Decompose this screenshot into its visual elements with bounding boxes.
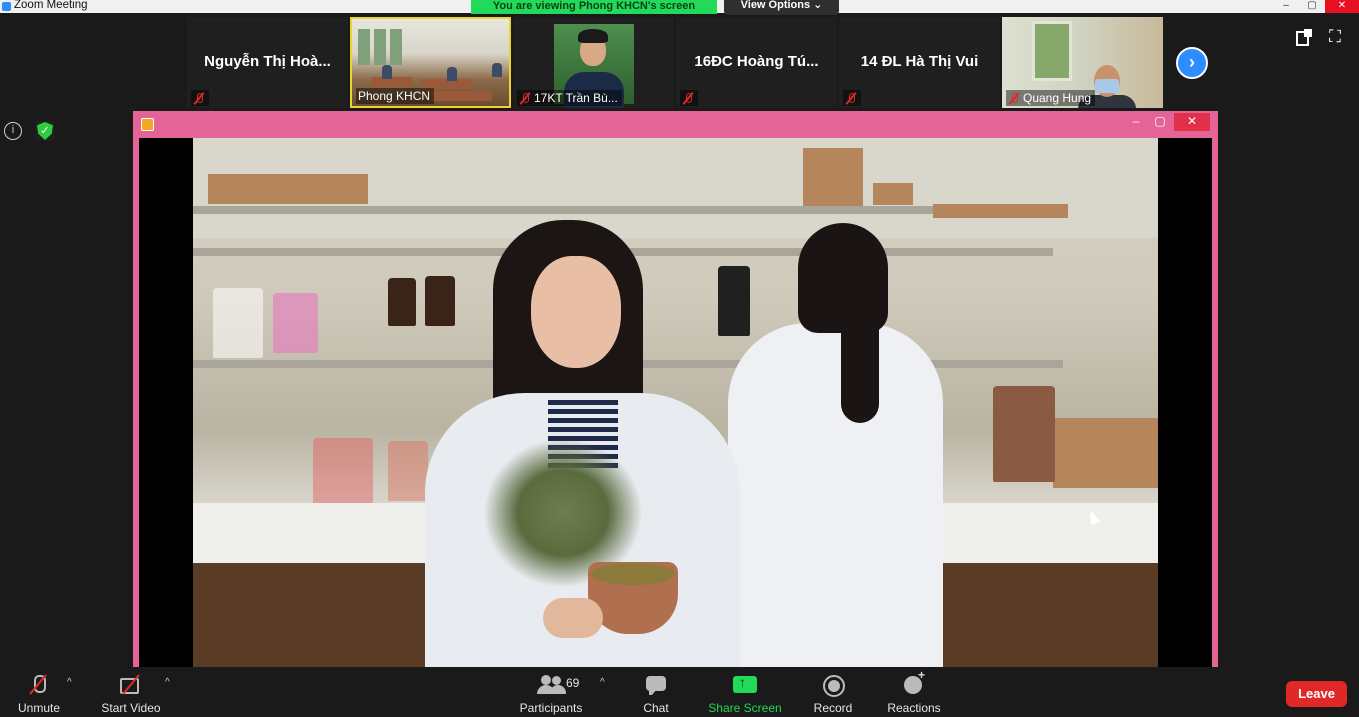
meeting-toolbar: Unmute ^ Start Video ^ Participants 69 ^… [0, 667, 1359, 717]
viewing-screen-banner: You are viewing Phong KHCN's screen [471, 0, 717, 14]
start-video-button[interactable]: Start Video [98, 671, 164, 715]
unmute-button[interactable]: Unmute [10, 671, 68, 715]
participant-tile[interactable]: 17KT Trần Bù... [513, 17, 674, 108]
mic-muted-icon [519, 92, 531, 105]
presenter-face [531, 256, 621, 368]
audio-options-caret[interactable]: ^ [67, 677, 72, 688]
participant-tile-active-speaker[interactable]: Phong KHCN [350, 17, 511, 108]
cardboard-box [803, 148, 863, 206]
share-screen-button[interactable]: Share Screen [706, 671, 784, 715]
mic-muted-icon [1008, 92, 1020, 105]
zoom-app-icon [2, 2, 11, 11]
participant-count: 69 [566, 676, 580, 690]
classroom-window [358, 29, 370, 65]
mic-muted-icon [193, 92, 205, 105]
shared-screen-window: – ▢ ✕ [133, 111, 1218, 667]
cardboard-box [1053, 418, 1158, 488]
brown-bottle [388, 278, 416, 326]
window-controls: – ▢ ✕ [1273, 0, 1359, 13]
desk [372, 77, 412, 87]
media-player-icon [141, 118, 154, 131]
presenter-hand [543, 598, 603, 638]
mic-muted-icon [845, 92, 857, 105]
cardboard-box [208, 174, 368, 204]
person-ponytail [841, 298, 879, 423]
participant-name: 14 ĐL Hà Thị Vui [860, 53, 979, 70]
desk [432, 91, 492, 101]
layout-switch-icon[interactable] [1296, 29, 1312, 46]
maximize-button[interactable]: ▢ [1299, 0, 1325, 13]
cardboard-box [873, 183, 913, 205]
fullscreen-icon[interactable]: ⛶ [1329, 27, 1341, 47]
sample-jar [388, 441, 428, 501]
minimize-button[interactable]: – [1273, 0, 1299, 13]
reactions-button[interactable]: Reactions [884, 668, 944, 715]
participant-name: 16ĐC Hoàng Tú... [694, 53, 819, 70]
face-mask [1095, 79, 1119, 93]
cardboard-box [933, 204, 1068, 218]
participant-tile[interactable]: Quang Hung [1002, 17, 1163, 108]
shared-video[interactable] [139, 138, 1212, 667]
chat-bubble-icon [643, 673, 669, 697]
participant-strip: Nguyễn Thị Hoà... Phong KHCN 17KT Trần B… [187, 17, 1163, 109]
room-window [1032, 21, 1072, 81]
participant-tile[interactable]: 14 ĐL Hà Thị Vui [839, 17, 1000, 108]
security-shield-icon[interactable]: ✓ [35, 121, 55, 141]
participants-icon [537, 673, 567, 697]
participant-label [680, 90, 698, 106]
mic-muted-icon [682, 92, 694, 105]
plastic-jar [213, 288, 263, 358]
meeting-info-icon[interactable]: i [4, 122, 22, 140]
participant-label: Phong KHCN [356, 88, 435, 104]
lab-video-frame [193, 138, 1158, 667]
participant-label [843, 90, 861, 106]
brown-bottle [425, 276, 455, 326]
sample-jar [993, 386, 1055, 482]
participant-name: Nguyễn Thị Hoà... [204, 53, 331, 70]
record-icon [820, 673, 846, 697]
person [447, 67, 457, 81]
hair [578, 29, 608, 43]
person [492, 63, 502, 77]
person [382, 65, 392, 79]
participants-options-caret[interactable]: ^ [600, 677, 605, 688]
person-lab-coat [728, 323, 943, 667]
record-button[interactable]: Record [810, 671, 856, 715]
video-options-caret[interactable]: ^ [165, 677, 170, 688]
microphone-muted-icon [26, 673, 52, 697]
leave-meeting-button[interactable]: Leave [1286, 681, 1347, 707]
window-title: Zoom Meeting [14, 0, 88, 11]
next-page-arrow-icon[interactable]: › [1176, 47, 1208, 79]
participant-tile[interactable]: Nguyễn Thị Hoà... [187, 17, 348, 108]
participant-label [191, 90, 209, 106]
video-off-icon [118, 673, 144, 697]
shared-minimize-button[interactable]: – [1123, 113, 1149, 131]
close-button[interactable]: ✕ [1325, 0, 1359, 13]
view-options-button[interactable]: View Options ⌄ [724, 0, 839, 15]
reactions-emoji-icon [901, 668, 927, 697]
pink-flask [273, 293, 318, 353]
shared-window-titlebar: – ▢ ✕ [133, 111, 1218, 137]
participant-tile[interactable]: 16ĐC Hoàng Tú... [676, 17, 837, 108]
classroom-window [390, 29, 402, 65]
dark-bottle [718, 266, 750, 336]
participant-label: Quang Hung [1006, 90, 1096, 106]
shared-close-button[interactable]: ✕ [1174, 113, 1210, 131]
share-screen-icon [732, 673, 758, 697]
pot-soil [591, 563, 675, 585]
chat-button[interactable]: Chat [636, 671, 676, 715]
participant-label: 17KT Trần Bù... [517, 90, 622, 106]
shared-maximize-button[interactable]: ▢ [1147, 113, 1173, 131]
classroom-window [374, 29, 386, 65]
